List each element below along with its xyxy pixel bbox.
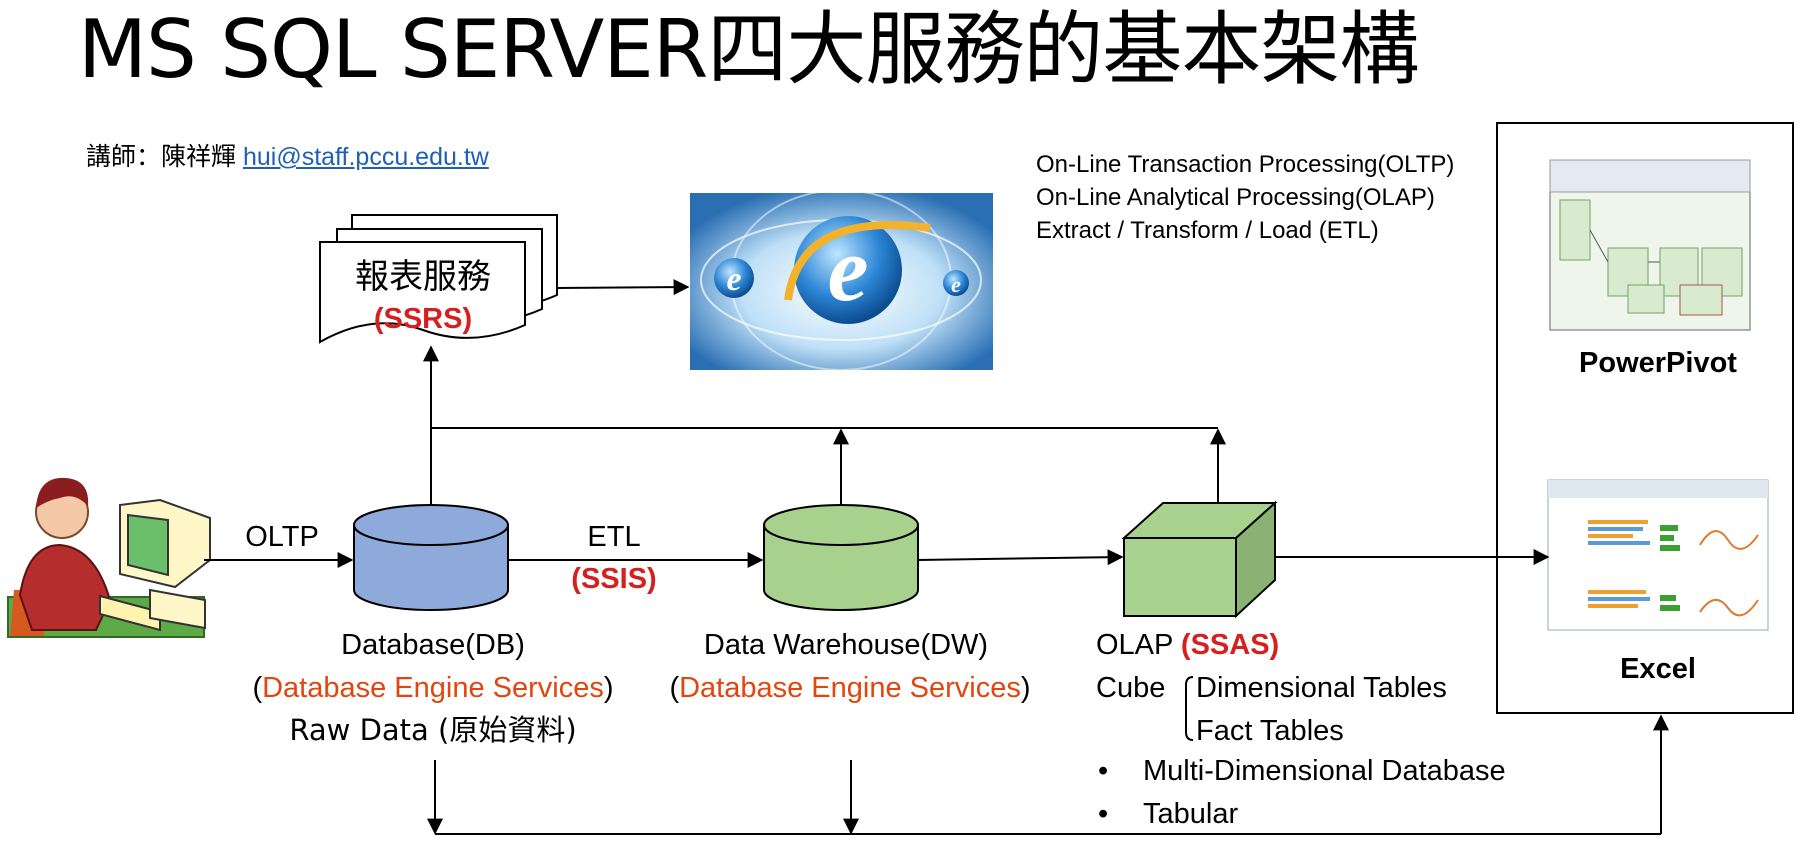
excel-screenshot (1547, 479, 1769, 631)
database-engine-caption: (Database Engine Services) (252, 672, 613, 704)
reports-code: (SSRS) (374, 303, 472, 335)
olap-tabular: Tabular (1143, 798, 1238, 830)
architecture-diagram: 報表服務 (SSRS) e e e OLTP ETL (SSIS) Databa… (7, 159, 1769, 835)
olap-title: OLAP (SSAS) (1096, 629, 1279, 661)
database-title: Database(DB) (341, 629, 525, 661)
ssis-label: (SSIS) (571, 563, 656, 595)
warehouse-engine-caption: (Database Engine Services) (669, 672, 1030, 704)
olap-dimensional-tables: Dimensional Tables (1196, 672, 1447, 704)
svg-text:e: e (726, 261, 741, 298)
warehouse-title: Data Warehouse(DW) (704, 629, 988, 661)
svg-text:e: e (951, 272, 961, 297)
data-warehouse-cylinder (763, 504, 919, 611)
etl-label: ETL (587, 521, 640, 553)
user-at-computer-icon (7, 477, 211, 638)
bullet-glyph: • (1098, 798, 1108, 830)
oltp-label: OLTP (245, 521, 319, 553)
reports-label: 報表服務 (355, 257, 491, 297)
database-cylinder (353, 504, 509, 611)
excel-label: Excel (1620, 653, 1696, 685)
bullet-glyph: • (1098, 755, 1108, 787)
olap-multidimensional: Multi-Dimensional Database (1143, 755, 1506, 787)
internet-explorer-icon: e e e (690, 189, 993, 371)
powerpivot-label: PowerPivot (1579, 347, 1737, 379)
olap-cube (1121, 500, 1278, 619)
powerpivot-screenshot (1549, 159, 1751, 331)
olap-cube-label: Cube (1096, 672, 1165, 704)
database-raw-data: Raw Data (原始資料) (289, 713, 576, 747)
olap-fact-tables: Fact Tables (1196, 715, 1344, 747)
